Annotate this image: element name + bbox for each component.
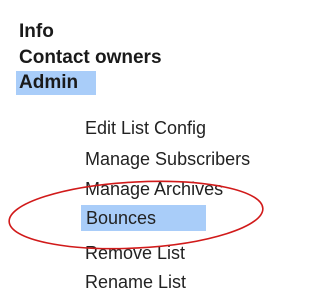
admin-item-remove-list[interactable]: Remove List [85, 242, 185, 264]
admin-item-manage-subscribers[interactable]: Manage Subscribers [85, 148, 250, 170]
menu-item-info[interactable]: Info [19, 20, 54, 44]
admin-item-bounces[interactable]: Bounces [81, 205, 206, 231]
admin-item-rename-list[interactable]: Rename List [85, 271, 186, 293]
admin-item-edit-list-config[interactable]: Edit List Config [85, 117, 206, 139]
admin-navigation-menu: Info Contact owners Admin Edit List Conf… [0, 0, 312, 295]
admin-item-manage-archives[interactable]: Manage Archives [85, 178, 223, 200]
menu-item-admin[interactable]: Admin [16, 71, 96, 95]
menu-item-contact-owners[interactable]: Contact owners [19, 46, 162, 70]
